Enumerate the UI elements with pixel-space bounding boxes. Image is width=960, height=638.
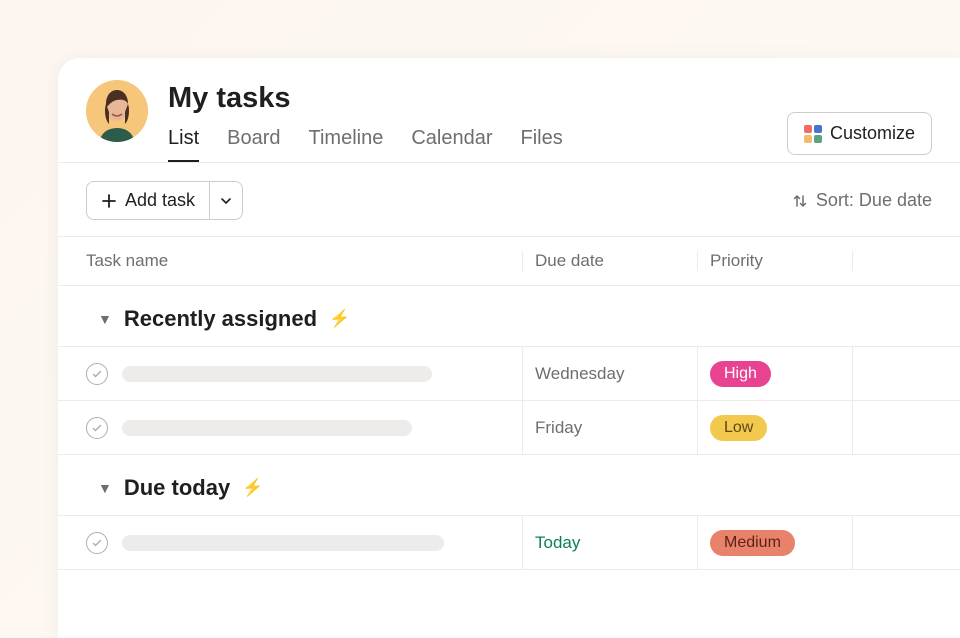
column-headers: Task name Due date Priority <box>58 236 960 286</box>
customize-icon <box>804 125 822 143</box>
row-extra <box>852 516 932 569</box>
add-task-group: Add task <box>86 181 243 220</box>
tab-timeline[interactable]: Timeline <box>309 127 384 162</box>
row-extra <box>852 401 932 454</box>
tab-board[interactable]: Board <box>227 127 280 162</box>
task-name-placeholder <box>122 535 444 551</box>
priority-pill[interactable]: High <box>710 361 771 387</box>
due-date[interactable]: Friday <box>535 418 582 438</box>
task-row[interactable]: Today Medium <box>58 516 960 570</box>
tab-calendar[interactable]: Calendar <box>411 127 492 162</box>
row-extra <box>852 347 932 400</box>
sections-container: ▼ Recently assigned ⚡ Wednesday High Fri… <box>58 286 960 570</box>
section-header[interactable]: ▼ Due today ⚡ <box>58 455 960 516</box>
col-priority[interactable]: Priority <box>697 251 852 271</box>
col-due-date[interactable]: Due date <box>522 251 697 271</box>
col-task-name[interactable]: Task name <box>86 251 522 271</box>
task-row[interactable]: Friday Low <box>58 401 960 455</box>
page-title: My tasks <box>168 82 563 115</box>
priority-pill[interactable]: Low <box>710 415 767 441</box>
complete-toggle[interactable] <box>86 363 108 385</box>
section-title: Recently assigned <box>124 306 317 332</box>
my-tasks-card: My tasks ListBoardTimelineCalendarFiles … <box>58 58 960 638</box>
chevron-down-icon <box>220 195 232 207</box>
add-task-label: Add task <box>125 190 195 211</box>
add-task-dropdown[interactable] <box>210 181 243 220</box>
due-date[interactable]: Today <box>535 533 580 553</box>
section-header[interactable]: ▼ Recently assigned ⚡ <box>58 286 960 347</box>
header-left: My tasks List Board Timeline Calendar Files <box>86 80 563 162</box>
bolt-icon: ⚡ <box>329 309 350 329</box>
tabs: List Board Timeline Calendar Files <box>168 127 563 162</box>
tab-files[interactable]: Files <box>521 127 563 162</box>
due-date[interactable]: Wednesday <box>535 364 624 384</box>
add-task-button[interactable]: Add task <box>86 181 210 220</box>
avatar[interactable] <box>86 80 148 142</box>
task-name-placeholder <box>122 366 432 382</box>
sort-icon <box>792 193 808 209</box>
caret-down-icon: ▼ <box>98 311 112 327</box>
customize-button[interactable]: Customize <box>787 112 932 155</box>
task-row[interactable]: Wednesday High <box>58 347 960 401</box>
customize-label: Customize <box>830 123 915 144</box>
header: My tasks ListBoardTimelineCalendarFiles … <box>58 58 960 162</box>
complete-toggle[interactable] <box>86 417 108 439</box>
complete-toggle[interactable] <box>86 532 108 554</box>
toolbar: Add task Sort: Due date <box>58 163 960 236</box>
task-name-placeholder <box>122 420 412 436</box>
plus-icon <box>101 193 117 209</box>
priority-pill[interactable]: Medium <box>710 530 795 556</box>
title-block: My tasks List Board Timeline Calendar Files <box>168 80 563 162</box>
caret-down-icon: ▼ <box>98 480 112 496</box>
bolt-icon: ⚡ <box>242 478 263 498</box>
sort-label: Sort: Due date <box>816 190 932 211</box>
sort-control[interactable]: Sort: Due date <box>792 190 932 211</box>
tab-list[interactable]: List <box>168 127 199 162</box>
col-extra <box>852 251 932 271</box>
section-title: Due today <box>124 475 230 501</box>
